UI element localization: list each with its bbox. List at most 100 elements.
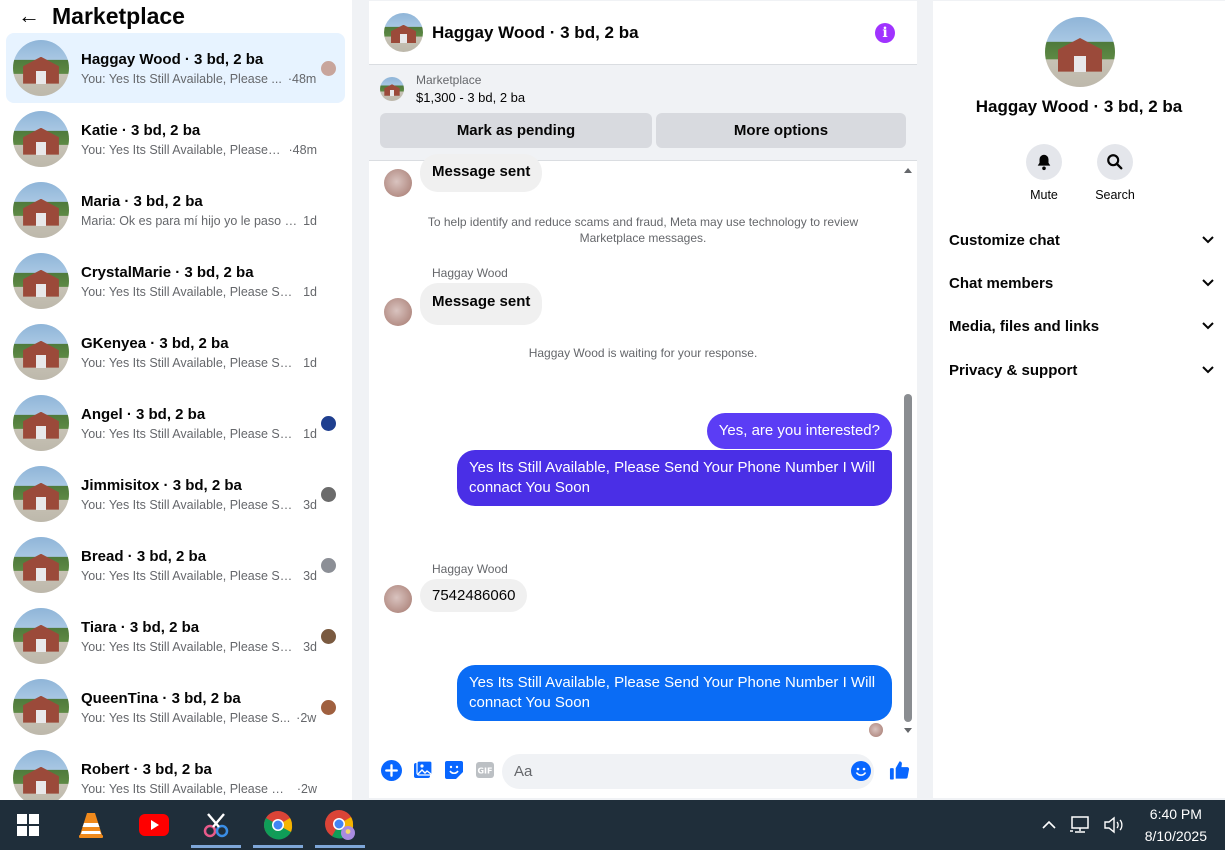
conversation-name: Tiara · 3 bd, 2 ba (81, 618, 200, 636)
section-chat-members[interactable]: Chat members (949, 275, 1215, 292)
chrome-profile-icon[interactable] (315, 800, 365, 850)
listing-thumbnail (13, 182, 69, 238)
conversation-item[interactable]: Katie · 3 bd, 2 ba You: Yes Its Still Ava… (6, 104, 345, 174)
mute-button[interactable]: Mute (1014, 144, 1074, 202)
read-receipt-avatar (321, 699, 336, 715)
conversation-name: Katie · 3 bd, 2 ba (81, 121, 201, 139)
message-composer: GIF (369, 742, 917, 798)
conversation-item[interactable]: QueenTina · 3 bd, 2 ba You: Yes Its Still… (6, 672, 345, 742)
like-icon[interactable] (889, 759, 910, 780)
back-arrow-icon[interactable]: ← (18, 5, 40, 27)
section-privacy-support[interactable]: Privacy & support (949, 362, 1215, 379)
conversation-preview: You: Yes Its Still Available, Please S..… (81, 710, 291, 725)
conversation-item[interactable]: Tiara · 3 bd, 2 ba You: Yes Its Still Ava… (6, 601, 345, 671)
scam-notice-text: To help identify and reduce scams and fr… (427, 215, 859, 245)
conversation-text: Katie · 3 bd, 2 ba You: Yes Its Still Ava… (81, 122, 317, 157)
conversation-meta: Maria: Ok es para mí hijo yo le paso la.… (81, 214, 317, 228)
conversation-item[interactable]: GKenyea · 3 bd, 2 ba You: Yes Its Still A… (6, 317, 345, 387)
windows-start-icon[interactable] (3, 800, 53, 850)
conversation-text: Angel · 3 bd, 2 ba You: Yes Its Still Ava… (81, 406, 317, 441)
conversation-item[interactable]: Angel · 3 bd, 2 ba You: Yes Its Still Ava… (6, 388, 345, 458)
volume-icon[interactable] (1103, 816, 1125, 834)
chevron-up-icon[interactable] (1041, 820, 1057, 830)
page-title: Marketplace (52, 2, 185, 29)
more-options-button[interactable]: More options (656, 113, 906, 148)
chat-header: Haggay Wood · 3 bd, 2 ba i (369, 1, 917, 65)
chat-avatar[interactable] (384, 13, 423, 52)
conversation-meta: You: Yes Its Still Available, Please Sen… (81, 285, 317, 299)
marketplace-label: Marketplace (416, 73, 482, 87)
sender-avatar[interactable] (384, 585, 412, 613)
marketplace-banner: Marketplace $1,300 - 3 bd, 2 ba Mark as … (369, 65, 917, 161)
plus-icon[interactable] (381, 759, 402, 781)
read-receipt-avatar (321, 203, 336, 218)
scam-notice: To help identify and reduce scams and fr… (369, 214, 917, 246)
gif-icon[interactable]: GIF (474, 760, 495, 781)
conversation-preview: You: Yes Its Still Available, Please Se.… (81, 426, 298, 441)
read-receipt-avatar (321, 771, 336, 786)
message-bubble-outgoing[interactable]: Yes, are you interested? (706, 413, 892, 449)
conversation-item[interactable]: Robert · 3 bd, 2 ba You: Yes Its Still Av… (6, 743, 345, 800)
message-bubble-incoming[interactable]: Message sent (420, 154, 543, 192)
scrollbar-thumb[interactable] (904, 394, 912, 722)
network-icon[interactable] (1069, 816, 1091, 834)
conversation-text: GKenyea · 3 bd, 2 ba You: Yes Its Still A… (81, 335, 317, 370)
read-receipt-avatar (321, 132, 336, 147)
mark-as-pending-button[interactable]: Mark as pending (380, 113, 652, 148)
section-customize-chat[interactable]: Customize chat (949, 232, 1215, 249)
section-label: Media, files and links (949, 318, 1100, 335)
conversation-meta: You: Yes Its Still Available, Please S..… (81, 711, 317, 725)
conversation-name: GKenyea · 3 bd, 2 ba (81, 334, 229, 352)
message-input[interactable] (502, 754, 874, 789)
youtube-icon[interactable] (129, 800, 179, 850)
sender-name: Haggay Wood (432, 562, 508, 576)
conversation-preview: Maria: Ok es para mí hijo yo le paso la.… (81, 213, 298, 228)
conversation-text: Tiara · 3 bd, 2 ba You: Yes Its Still Ava… (81, 619, 317, 654)
section-media-files-links[interactable]: Media, files and links (949, 318, 1215, 335)
conversation-time: ·2w (296, 781, 317, 796)
conversation-time: ·2w (296, 710, 317, 725)
conversation-time: 3d (303, 639, 317, 654)
conversation-meta: You: Yes Its Still Available, Please Se.… (81, 569, 317, 583)
mute-label: Mute (1030, 188, 1058, 202)
chat-title[interactable]: Haggay Wood · 3 bd, 2 ba (432, 23, 875, 43)
conversation-item[interactable]: Jimmisitox · 3 bd, 2 ba You: Yes Its Stil… (6, 459, 345, 529)
photo-icon[interactable] (412, 760, 433, 781)
conversation-text: CrystalMarie · 3 bd, 2 ba You: Yes Its St… (81, 264, 317, 299)
clock[interactable]: 6:40 PM 8/10/2025 (1145, 803, 1207, 847)
info-icon[interactable]: i (875, 22, 895, 43)
read-receipt-avatar (321, 628, 336, 644)
chevron-down-icon (1201, 232, 1215, 249)
read-receipt-avatar (869, 723, 883, 737)
scroll-down-arrow[interactable] (904, 728, 912, 733)
message-bubble-outgoing[interactable]: Yes Its Still Available, Please Send You… (457, 665, 892, 721)
conversation-meta: You: Yes Its Still Available, Please ...… (81, 72, 317, 86)
message-bubble-incoming[interactable]: Message sent (420, 283, 543, 325)
emoji-icon[interactable] (850, 760, 871, 781)
sender-avatar[interactable] (384, 169, 412, 197)
conversation-item[interactable]: Maria · 3 bd, 2 ba Maria: Ok es para mí h… (6, 175, 345, 245)
conversation-item[interactable]: Haggay Wood · 3 bd, 2 ba You: Yes Its Sti… (6, 33, 345, 103)
scroll-up-arrow[interactable] (904, 168, 912, 173)
message-thread: Message sent To help identify and reduce… (369, 154, 917, 742)
listing-price[interactable]: $1,300 - 3 bd, 2 ba (416, 90, 525, 105)
clock-date: 8/10/2025 (1144, 828, 1207, 844)
listing-thumbnail (13, 395, 69, 451)
profile-avatar[interactable] (1045, 17, 1115, 87)
chrome-icon[interactable] (253, 800, 303, 850)
snipping-tool-icon[interactable] (191, 800, 241, 850)
sticker-icon[interactable] (443, 760, 464, 781)
vlc-icon[interactable] (66, 800, 116, 850)
search-button[interactable]: Search (1085, 144, 1145, 202)
listing-thumbnail[interactable] (380, 77, 404, 101)
search-icon[interactable] (1097, 144, 1133, 180)
message-bubble-outgoing[interactable]: Yes Its Still Available, Please Send You… (457, 450, 892, 506)
bell-icon[interactable] (1026, 144, 1062, 180)
sender-avatar[interactable] (384, 298, 412, 326)
listing-thumbnail (13, 466, 69, 522)
profile-name: Haggay Wood · 3 bd, 2 ba (975, 97, 1183, 116)
conversation-item[interactable]: CrystalMarie · 3 bd, 2 ba You: Yes Its St… (6, 246, 345, 316)
conversation-item[interactable]: Bread · 3 bd, 2 ba You: Yes Its Still Ava… (6, 530, 345, 600)
message-bubble-incoming[interactable]: 7542486060 (420, 579, 528, 612)
conversation-meta: You: Yes Its Still Available, Please Se.… (81, 427, 317, 441)
